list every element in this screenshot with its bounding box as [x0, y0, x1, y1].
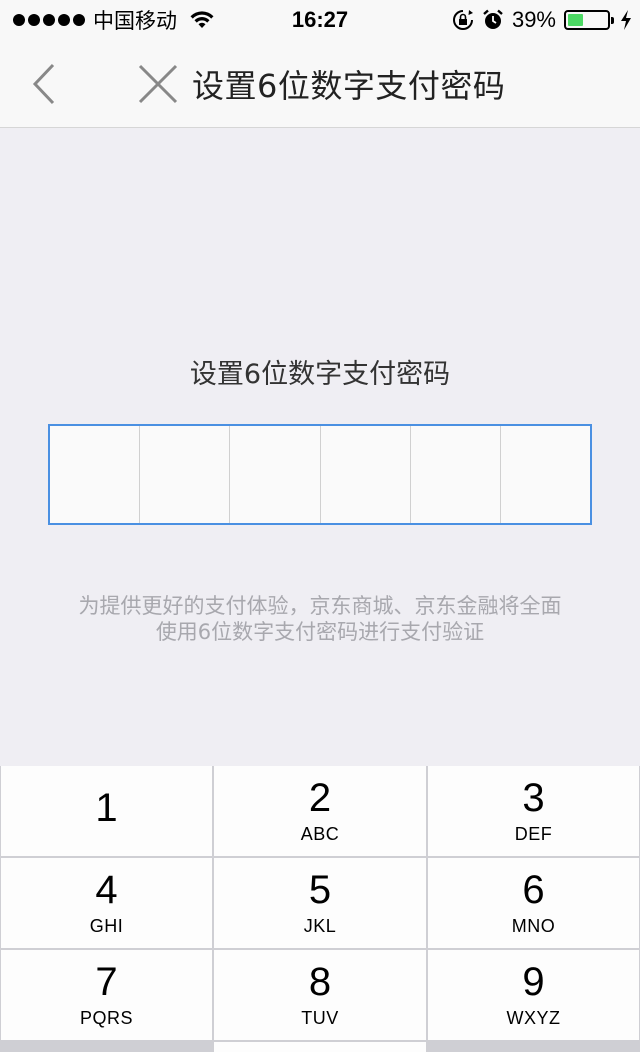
key-1[interactable]: 1 [1, 766, 212, 856]
pin-notice: 为提供更好的支付体验，京东商城、京东金融将全面 使用6位数字支付密码进行支付验证 [30, 593, 610, 645]
pin-input[interactable] [48, 424, 592, 525]
battery-icon [564, 10, 614, 30]
close-icon [138, 64, 178, 103]
key-4[interactable]: 4 GHI [1, 858, 212, 948]
key-0[interactable] [214, 1042, 426, 1052]
battery-fill [568, 14, 583, 26]
pin-prompt: 设置6位数字支付密码 [189, 359, 451, 390]
key-delete[interactable] [428, 1042, 639, 1052]
pin-digit-cell[interactable] [230, 426, 321, 523]
pin-digit-cell[interactable] [501, 426, 590, 523]
key-digit: 1 [95, 786, 118, 830]
status-bar: 中国移动 16:27 39% [0, 0, 640, 40]
pin-notice-line: 为提供更好的支付体验，京东商城、京东金融将全面 [78, 594, 562, 618]
key-5[interactable]: 5 JKL [214, 858, 426, 948]
rotation-lock-icon [452, 10, 473, 30]
key-letters: TUV [301, 1008, 339, 1028]
key-digit: 3 [522, 776, 545, 820]
key-7[interactable]: 7 PQRS [1, 950, 212, 1040]
charging-bolt-icon [621, 10, 631, 30]
navigation-bar: 设置6位数字支付密码 [0, 40, 640, 128]
numeric-keypad: 1 2 ABC 3 DEF 4 GHI 5 JKL 6 MNO 7 PQRS 8… [0, 766, 640, 1052]
pin-digit-cell[interactable] [140, 426, 231, 523]
key-8[interactable]: 8 TUV [214, 950, 426, 1040]
key-3[interactable]: 3 DEF [428, 766, 639, 856]
key-letters: GHI [89, 916, 124, 936]
pin-notice-line: 使用6位数字支付密码进行支付验证 [155, 620, 485, 644]
pin-digit-cell[interactable] [321, 426, 411, 523]
key-digit: 5 [308, 868, 332, 912]
signal-strength-icon [13, 14, 85, 26]
back-button[interactable] [14, 54, 74, 114]
key-digit: 2 [308, 776, 332, 820]
key-digit: 6 [522, 868, 545, 912]
key-letters: WXYZ [506, 1008, 561, 1028]
page-title: 设置6位数字支付密码 [192, 66, 506, 105]
key-9[interactable]: 9 WXYZ [428, 950, 639, 1040]
key-letters: MNO [511, 916, 556, 936]
key-digit: 7 [95, 960, 118, 1004]
key-digit: 4 [95, 868, 118, 912]
pin-digit-cell[interactable] [50, 426, 141, 523]
close-button[interactable] [128, 54, 188, 114]
key-digit: 9 [522, 960, 545, 1004]
chevron-left-icon [32, 63, 55, 104]
key-letters: JKL [303, 916, 337, 936]
key-6[interactable]: 6 MNO [428, 858, 639, 948]
alarm-clock-icon [483, 9, 503, 29]
battery-percent: 39% [511, 7, 556, 32]
key-letters: DEF [514, 824, 553, 844]
wifi-icon [190, 11, 214, 28]
carrier-name: 中国移动 [93, 9, 177, 33]
key-empty [1, 1042, 212, 1052]
key-2[interactable]: 2 ABC [214, 766, 426, 856]
main-content: 设置6位数字支付密码 为提供更好的支付体验，京东商城、京东金融将全面 使用6位数… [0, 129, 640, 766]
key-digit: 8 [308, 960, 332, 1004]
pin-digit-cell[interactable] [411, 426, 501, 523]
key-letters: PQRS [79, 1008, 133, 1028]
key-letters: ABC [300, 824, 340, 844]
